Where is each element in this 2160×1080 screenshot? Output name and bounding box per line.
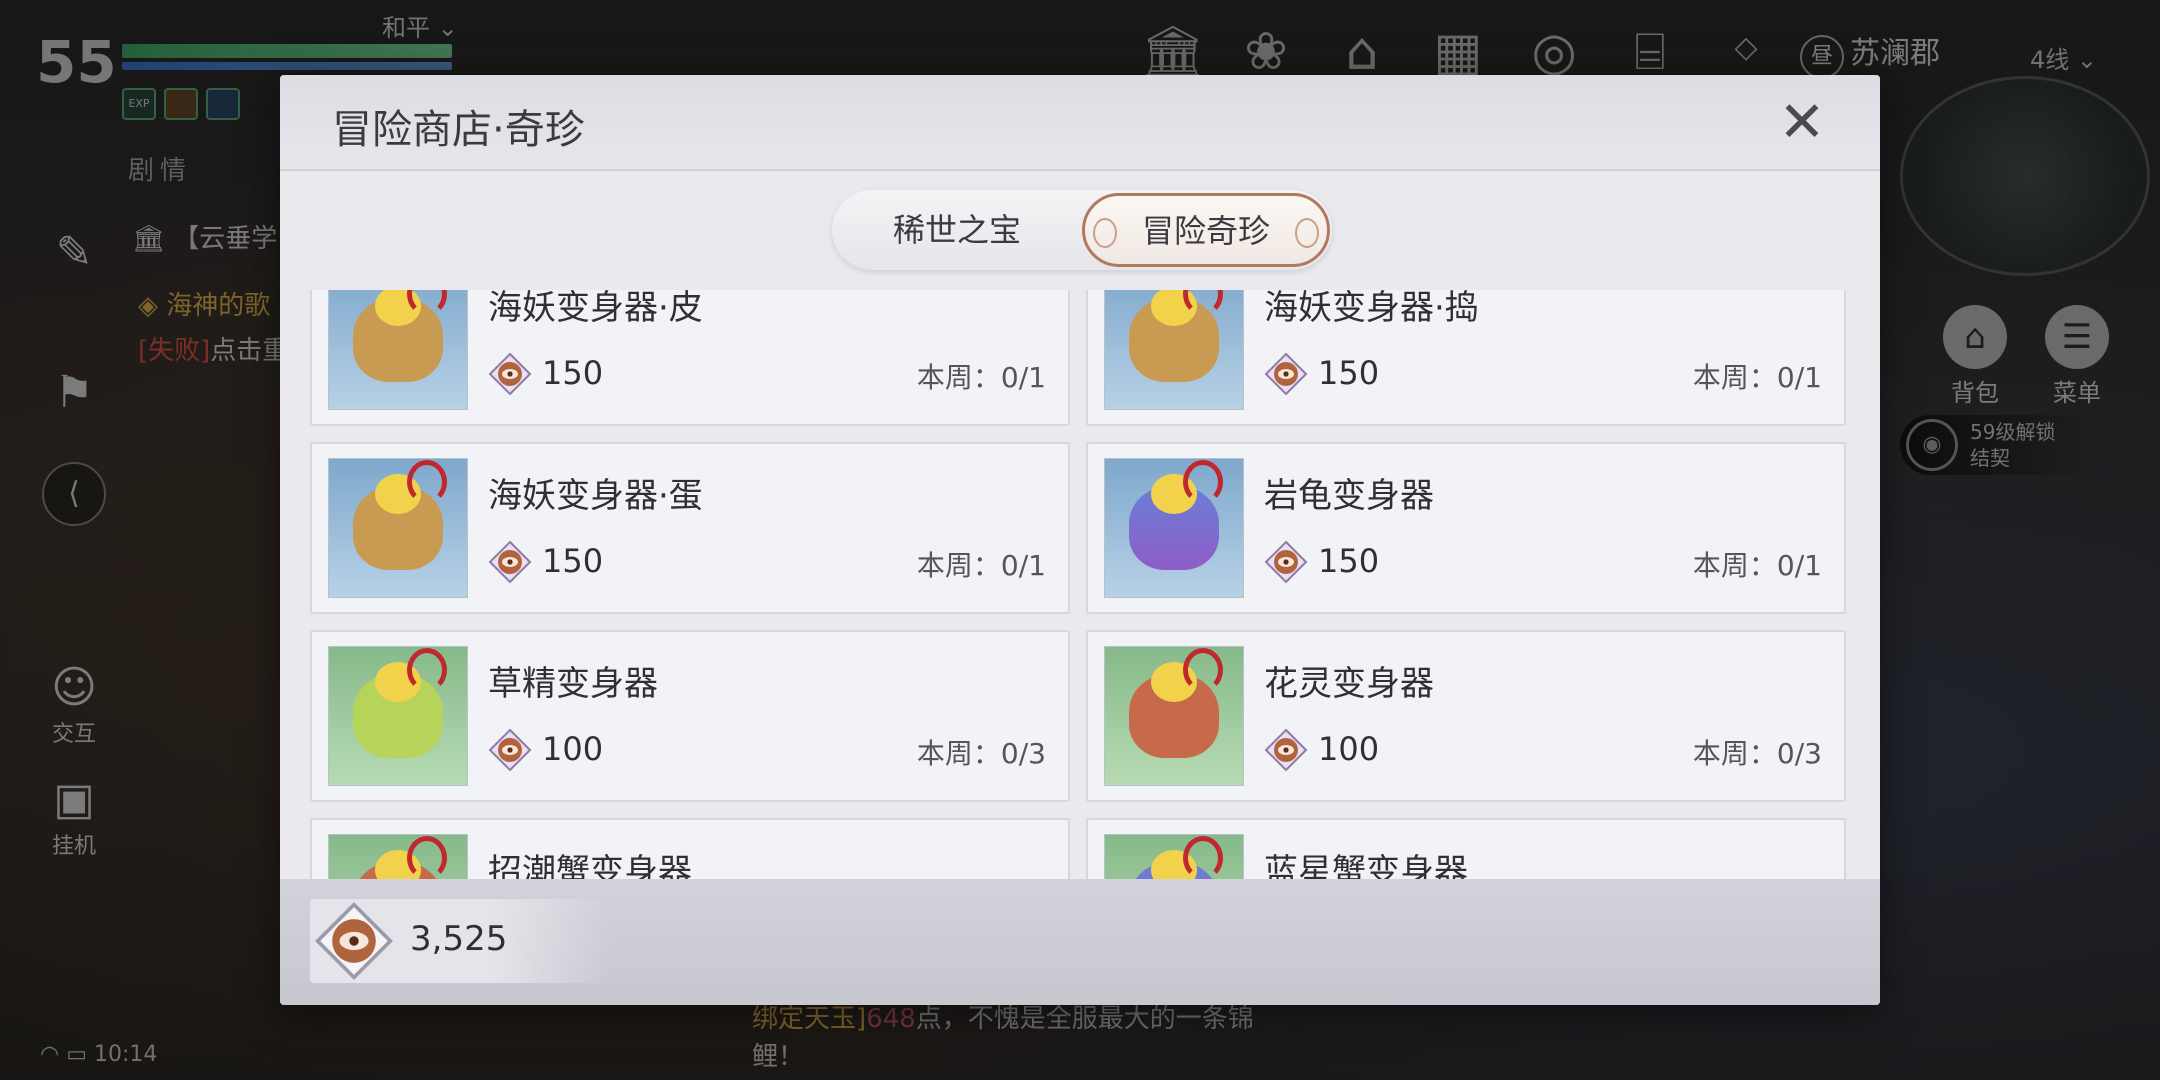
item-thumbnail [328,834,468,880]
transform-charm-icon [353,460,447,570]
item-grid: 海妖变身器·皮 150 本周：0/1 海妖变身器·捣 150 本周：0/1 海妖… [310,290,1850,880]
eye-coin-icon [488,728,532,772]
item-price: 150 [542,354,604,392]
item-thumbnail [1104,646,1244,786]
transform-charm-icon [353,648,447,758]
shop-item-card[interactable]: 花灵变身器 100 本周：0/3 [1086,630,1846,802]
transform-charm-icon [1129,836,1223,880]
item-price: 150 [542,542,604,580]
item-name: 草精变身器 [488,664,658,704]
eye-coin-icon [1264,728,1308,772]
shop-item-card[interactable]: 招潮蟹变身器 [310,818,1070,880]
weekly-limit: 本周：0/3 [916,737,1046,770]
item-name: 招潮蟹变身器 [488,852,692,880]
tab-adventure-curio[interactable]: 冒险奇珍 [1082,193,1330,267]
eye-coin-icon [1264,352,1308,396]
modal-title: 冒险商店·奇珍 [332,107,585,153]
item-price: 100 [542,730,604,768]
shop-item-card[interactable]: 草精变身器 100 本周：0/3 [310,630,1070,802]
close-icon: ✕ [1778,90,1826,155]
eye-coin-icon [315,902,393,980]
item-name: 海妖变身器·蛋 [488,476,703,516]
item-thumbnail [328,646,468,786]
tab-rare-treasure[interactable]: 稀世之宝 [832,190,1082,270]
transform-charm-icon [1129,290,1223,382]
item-thumbnail [328,290,468,410]
item-name: 海妖变身器·捣 [1264,290,1479,328]
item-thumbnail [1104,290,1244,410]
item-price: 100 [1318,730,1380,768]
shop-item-card[interactable]: 海妖变身器·蛋 150 本周：0/1 [310,442,1070,614]
modal-footer: 3,525 [280,879,1880,1005]
item-thumbnail [328,458,468,598]
weekly-limit: 本周：0/1 [1692,361,1822,394]
item-thumbnail [1104,458,1244,598]
currency-display: 3,525 [310,899,610,983]
weekly-limit: 本周：0/1 [1692,549,1822,582]
shop-item-card[interactable]: 蓝星蟹变身器 [1086,818,1846,880]
weekly-limit: 本周：0/3 [1692,737,1822,770]
eye-coin-icon [1264,540,1308,584]
transform-charm-icon [1129,460,1223,570]
item-list[interactable]: 海妖变身器·皮 150 本周：0/1 海妖变身器·捣 150 本周：0/1 海妖… [310,290,1850,880]
modal-header: 冒险商店·奇珍 ✕ [280,75,1880,171]
shop-item-card[interactable]: 岩龟变身器 150 本周：0/1 [1086,442,1846,614]
item-price: 150 [1318,542,1380,580]
item-name: 花灵变身器 [1264,664,1434,704]
transform-charm-icon [353,290,447,382]
item-name: 岩龟变身器 [1264,476,1434,516]
shop-item-card[interactable]: 海妖变身器·捣 150 本周：0/1 [1086,290,1846,426]
eye-coin-icon [488,540,532,584]
currency-amount: 3,525 [410,919,508,959]
weekly-limit: 本周：0/1 [916,361,1046,394]
weekly-limit: 本周：0/1 [916,549,1046,582]
transform-charm-icon [353,836,447,880]
item-name: 海妖变身器·皮 [488,290,703,328]
item-thumbnail [1104,834,1244,880]
shop-tabs: 稀世之宝 冒险奇珍 [832,190,1332,270]
close-button[interactable]: ✕ [1772,93,1832,153]
shop-item-card[interactable]: 海妖变身器·皮 150 本周：0/1 [310,290,1070,426]
transform-charm-icon [1129,648,1223,758]
item-name: 蓝星蟹变身器 [1264,852,1468,880]
shop-modal: 冒险商店·奇珍 ✕ 稀世之宝 冒险奇珍 海妖变身器·皮 150 本周：0/1 海… [280,75,1880,1005]
item-price: 150 [1318,354,1380,392]
eye-coin-icon [488,352,532,396]
